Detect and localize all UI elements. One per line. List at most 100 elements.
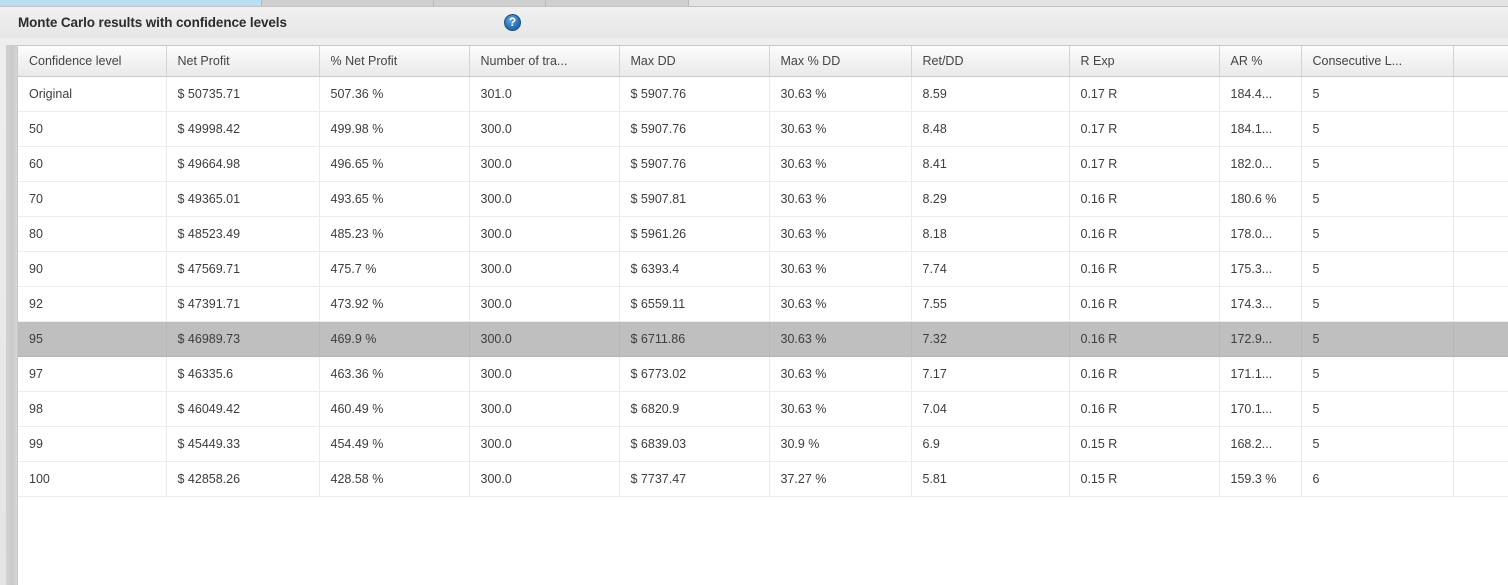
table-cell[interactable]: 5 bbox=[1301, 76, 1454, 112]
table-cell[interactable]: 8.29 bbox=[911, 181, 1070, 217]
table-cell[interactable] bbox=[1453, 461, 1508, 497]
table-cell[interactable]: 0.16 R bbox=[1069, 216, 1220, 252]
table-cell[interactable] bbox=[1453, 181, 1508, 217]
table-cell[interactable]: $ 5907.76 bbox=[619, 146, 770, 182]
table-cell[interactable] bbox=[1453, 216, 1508, 252]
table-row[interactable]: 60 $ 49664.98 496.65 % 300.0 $ 5907.76 30.63 … bbox=[18, 146, 1508, 182]
table-cell[interactable]: 300.0 bbox=[469, 321, 620, 357]
table-row[interactable]: Original $ 50735.71 507.36 % 301.0 $ 5907.76… bbox=[18, 76, 1508, 112]
table-cell[interactable]: 171.1... bbox=[1219, 356, 1302, 392]
table-cell[interactable]: $ 6773.02 bbox=[619, 356, 770, 392]
table-cell[interactable]: $ 46989.73 bbox=[166, 321, 320, 357]
tab-segment-2[interactable] bbox=[262, 0, 434, 6]
table-cell[interactable]: 30.9 % bbox=[769, 426, 912, 462]
table-cell[interactable]: $ 7737.47 bbox=[619, 461, 770, 497]
column-header-ar-pct[interactable]: AR % bbox=[1219, 46, 1302, 77]
table-cell[interactable]: 30.63 % bbox=[769, 356, 912, 392]
table-cell[interactable]: 174.3... bbox=[1219, 286, 1302, 322]
table-cell[interactable]: 5 bbox=[1301, 216, 1454, 252]
table-cell[interactable]: 300.0 bbox=[469, 251, 620, 287]
table-cell[interactable]: 300.0 bbox=[469, 461, 620, 497]
table-cell[interactable]: 5 bbox=[1301, 251, 1454, 287]
table-cell[interactable]: 30.63 % bbox=[769, 251, 912, 287]
table-cell[interactable]: 0.16 R bbox=[1069, 181, 1220, 217]
table-cell[interactable]: 184.1... bbox=[1219, 111, 1302, 147]
column-header-net-profit[interactable]: Net Profit bbox=[166, 46, 320, 77]
table-cell[interactable]: $ 49998.42 bbox=[166, 111, 320, 147]
tab-segment-4[interactable] bbox=[546, 0, 689, 6]
table-cell[interactable]: 30.63 % bbox=[769, 216, 912, 252]
table-cell[interactable]: $ 49365.01 bbox=[166, 181, 320, 217]
table-cell[interactable]: 475.7 % bbox=[319, 251, 470, 287]
table-cell[interactable]: 0.17 R bbox=[1069, 146, 1220, 182]
table-cell[interactable]: 300.0 bbox=[469, 391, 620, 427]
table-cell[interactable]: 30.63 % bbox=[769, 286, 912, 322]
column-header-confidence-level[interactable]: Confidence level bbox=[18, 46, 167, 77]
table-cell[interactable]: 493.65 % bbox=[319, 181, 470, 217]
table-cell[interactable]: $ 5907.76 bbox=[619, 111, 770, 147]
table-cell[interactable]: 300.0 bbox=[469, 426, 620, 462]
table-cell[interactable]: 454.49 % bbox=[319, 426, 470, 462]
table-cell[interactable]: 428.58 % bbox=[319, 461, 470, 497]
table-cell[interactable]: 184.4... bbox=[1219, 76, 1302, 112]
column-header-pct-net-profit[interactable]: % Net Profit bbox=[319, 46, 470, 77]
table-cell[interactable]: 300.0 bbox=[469, 216, 620, 252]
table-cell[interactable]: 98 bbox=[18, 391, 167, 427]
table-cell[interactable]: 7.04 bbox=[911, 391, 1070, 427]
table-cell[interactable]: 100 bbox=[18, 461, 167, 497]
table-cell[interactable]: 7.17 bbox=[911, 356, 1070, 392]
table-cell[interactable]: 0.16 R bbox=[1069, 356, 1220, 392]
table-cell[interactable]: 180.6 % bbox=[1219, 181, 1302, 217]
table-cell[interactable]: 0.15 R bbox=[1069, 426, 1220, 462]
table-cell[interactable]: 5 bbox=[1301, 356, 1454, 392]
table-cell[interactable]: 6.9 bbox=[911, 426, 1070, 462]
table-cell[interactable]: 460.49 % bbox=[319, 391, 470, 427]
table-cell[interactable]: 5 bbox=[1301, 286, 1454, 322]
table-cell[interactable]: Original bbox=[18, 76, 167, 112]
table-cell[interactable]: 5.81 bbox=[911, 461, 1070, 497]
table-cell[interactable]: $ 47391.71 bbox=[166, 286, 320, 322]
table-cell[interactable]: 70 bbox=[18, 181, 167, 217]
table-cell[interactable]: 99 bbox=[18, 426, 167, 462]
table-cell[interactable]: 5 bbox=[1301, 111, 1454, 147]
table-cell[interactable]: 5 bbox=[1301, 181, 1454, 217]
table-cell[interactable]: $ 46335.6 bbox=[166, 356, 320, 392]
table-cell[interactable]: 0.16 R bbox=[1069, 286, 1220, 322]
table-cell[interactable]: 300.0 bbox=[469, 356, 620, 392]
table-cell[interactable]: 30.63 % bbox=[769, 111, 912, 147]
table-cell[interactable]: 170.1... bbox=[1219, 391, 1302, 427]
table-cell[interactable]: $ 42858.26 bbox=[166, 461, 320, 497]
table-cell[interactable] bbox=[1453, 286, 1508, 322]
table-row[interactable]: 100 $ 42858.26 428.58 % 300.0 $ 7737.47 37.27… bbox=[18, 461, 1508, 497]
table-cell[interactable]: 172.9... bbox=[1219, 321, 1302, 357]
table-cell[interactable]: 5 bbox=[1301, 321, 1454, 357]
column-header-number-of-trades[interactable]: Number of tra... bbox=[469, 46, 620, 77]
table-cell[interactable]: 5 bbox=[1301, 146, 1454, 182]
table-cell[interactable]: $ 6711.86 bbox=[619, 321, 770, 357]
table-cell[interactable]: 300.0 bbox=[469, 286, 620, 322]
table-cell[interactable]: 30.63 % bbox=[769, 146, 912, 182]
table-row[interactable]: 99 $ 45449.33 454.49 % 300.0 $ 6839.03 30.9 %… bbox=[18, 426, 1508, 462]
table-cell[interactable] bbox=[1453, 426, 1508, 462]
table-row[interactable]: 98 $ 46049.42 460.49 % 300.0 $ 6820.9 30.63 %… bbox=[18, 391, 1508, 427]
table-cell[interactable]: 469.9 % bbox=[319, 321, 470, 357]
column-header-r-exp[interactable]: R Exp bbox=[1069, 46, 1220, 77]
table-cell[interactable]: 95 bbox=[18, 321, 167, 357]
table-cell[interactable]: 159.3 % bbox=[1219, 461, 1302, 497]
table-cell[interactable]: 0.15 R bbox=[1069, 461, 1220, 497]
tab-segment-active[interactable] bbox=[0, 0, 262, 6]
column-header-max-pct-dd[interactable]: Max % DD bbox=[769, 46, 912, 77]
table-cell[interactable]: $ 5961.26 bbox=[619, 216, 770, 252]
table-cell[interactable]: $ 5907.76 bbox=[619, 76, 770, 112]
column-header-ret-dd[interactable]: Ret/DD bbox=[911, 46, 1070, 77]
table-cell[interactable]: 7.32 bbox=[911, 321, 1070, 357]
table-cell[interactable]: 301.0 bbox=[469, 76, 620, 112]
table-cell[interactable]: $ 45449.33 bbox=[166, 426, 320, 462]
table-cell[interactable]: 507.36 % bbox=[319, 76, 470, 112]
table-cell[interactable]: 182.0... bbox=[1219, 146, 1302, 182]
table-cell[interactable] bbox=[1453, 251, 1508, 287]
column-header-consecutive-losses[interactable]: Consecutive L... bbox=[1301, 46, 1454, 77]
column-header-filler[interactable] bbox=[1453, 46, 1508, 77]
table-cell[interactable]: 30.63 % bbox=[769, 181, 912, 217]
table-cell[interactable]: 168.2... bbox=[1219, 426, 1302, 462]
